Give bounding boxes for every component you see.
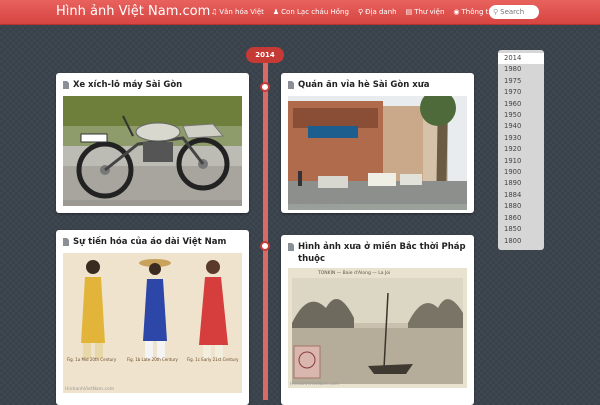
year-item[interactable]: 1980 <box>498 64 544 75</box>
post-card[interactable]: Hình ảnh xưa ở miền Bắc thời Pháp thuộc … <box>281 235 474 405</box>
document-icon <box>288 81 294 89</box>
post-card[interactable]: Quán ăn vỉa hè Sài Gòn xưa HinhanhVietNa… <box>281 73 474 213</box>
megaphone-icon: ◉ <box>453 8 460 16</box>
site-brand[interactable]: Hình ảnh Việt Nam.com <box>56 2 210 21</box>
timeline-marker <box>260 82 270 92</box>
search-icon: ⚲ <box>493 8 499 16</box>
nav-label: Văn hóa Việt <box>219 8 264 16</box>
main-nav: ♫ Văn hóa Việt ♟ Con Lạc cháu Hồng ⚲ Địa… <box>211 0 504 24</box>
caption-2: Fig. 1b Late 20th Century <box>127 357 178 362</box>
caption-3: Fig. 1c Early 21st Century <box>187 357 239 362</box>
year-item[interactable]: 1860 <box>498 213 544 224</box>
document-icon <box>63 81 69 89</box>
year-item[interactable]: 1975 <box>498 76 544 87</box>
timeline-marker <box>260 241 270 251</box>
year-item[interactable]: 1950 <box>498 110 544 121</box>
post-title[interactable]: Sự tiến hóa của áo dài Việt Nam <box>63 236 242 248</box>
year-item[interactable]: 1920 <box>498 144 544 155</box>
post-card[interactable]: Sự tiến hóa của áo dài Việt Nam Fig. 1a … <box>56 230 249 405</box>
post-image-ao-dai[interactable]: Fig. 1a Mid 20th Century Fig. 1b Late 20… <box>63 253 242 393</box>
year-item[interactable]: 2014 <box>498 53 544 65</box>
post-title[interactable]: Hình ảnh xưa ở miền Bắc thời Pháp thuộc <box>288 241 467 265</box>
nav-label: Con Lạc cháu Hồng <box>281 8 349 16</box>
document-icon <box>63 238 69 246</box>
year-item[interactable]: 1850 <box>498 224 544 235</box>
nav-van-hoa-viet[interactable]: ♫ Văn hóa Việt <box>211 8 264 16</box>
motorbike-photo <box>63 96 242 206</box>
post-title-text: Quán ăn vỉa hè Sài Gòn xưa <box>298 80 430 90</box>
nav-dia-danh[interactable]: ⚲ Địa danh <box>358 8 397 16</box>
post-title[interactable]: Quán ăn vỉa hè Sài Gòn xưa <box>288 79 467 91</box>
image-watermark: HinhanhVietNam.com <box>290 204 340 209</box>
year-item[interactable]: 1884 <box>498 190 544 201</box>
timeline-line <box>263 55 268 400</box>
ao-dai-illustration <box>63 253 242 393</box>
post-title-text: Hình ảnh xưa ở miền Bắc thời Pháp thuộc <box>298 242 466 264</box>
year-item[interactable]: 1800 <box>498 236 544 247</box>
post-title-text: Xe xích-lô máy Sài Gòn <box>73 80 183 90</box>
search-box: ⚲ <box>489 5 539 19</box>
top-navbar: Hình ảnh Việt Nam.com ♫ Văn hóa Việt ♟ C… <box>0 0 600 25</box>
year-navigation: 2014 1980 1975 1970 1960 1950 1940 1930 … <box>498 50 544 250</box>
year-badge: 2014 <box>246 47 284 63</box>
year-item[interactable]: 1880 <box>498 201 544 212</box>
image-watermark: HinhanhVietNam.com <box>65 200 115 205</box>
postcard-photo <box>288 268 467 388</box>
book-icon: ▤ <box>405 8 413 16</box>
year-item[interactable]: 1900 <box>498 167 544 178</box>
year-item[interactable]: 1910 <box>498 156 544 167</box>
search-input[interactable] <box>500 8 537 16</box>
map-marker-icon: ⚲ <box>357 8 364 16</box>
post-title-text: Sự tiến hóa của áo dài Việt Nam <box>73 237 227 247</box>
post-title[interactable]: Xe xích-lô máy Sài Gòn <box>63 79 242 91</box>
street-photo <box>288 96 467 210</box>
image-watermark: HinhanhVietNam.com <box>65 387 115 392</box>
nav-thu-vien[interactable]: ▤ Thư viện <box>406 8 445 16</box>
user-icon: ♟ <box>272 8 280 16</box>
year-item[interactable]: 1890 <box>498 178 544 189</box>
nav-label: Thư viện <box>414 8 445 16</box>
nav-con-lac-chau-hong[interactable]: ♟ Con Lạc cháu Hồng <box>273 8 349 16</box>
image-watermark: HinhanhVietNam.com <box>290 382 340 387</box>
year-item[interactable]: 1960 <box>498 99 544 110</box>
music-icon: ♫ <box>211 8 218 16</box>
nav-label: Địa danh <box>365 8 397 16</box>
caption-1: Fig. 1a Mid 20th Century <box>67 357 117 362</box>
year-item[interactable]: 1940 <box>498 121 544 132</box>
document-icon <box>288 243 294 251</box>
post-image-motorbike[interactable]: HinhanhVietNam.com <box>63 96 242 206</box>
year-item[interactable]: 1930 <box>498 133 544 144</box>
post-image-street[interactable]: HinhanhVietNam.com <box>288 96 467 210</box>
post-image-halong-postcard[interactable]: TONKIN — Baie d'Along — La Joi HinhanhVi… <box>288 268 467 388</box>
year-item[interactable]: 1970 <box>498 87 544 98</box>
post-card[interactable]: Xe xích-lô máy Sài Gòn HinhanhVietNam.co… <box>56 73 249 213</box>
postcard-caption: TONKIN — Baie d'Along — La Joi <box>318 271 391 276</box>
